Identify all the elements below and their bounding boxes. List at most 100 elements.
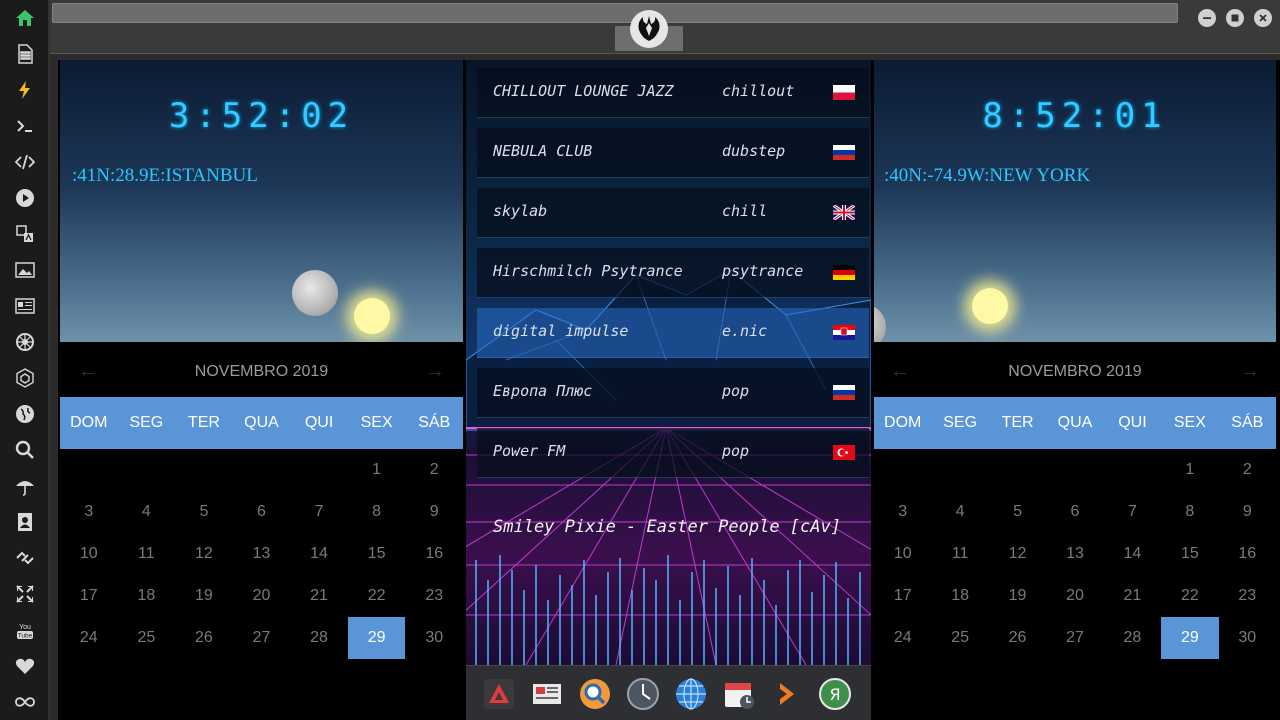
day-cell[interactable]: 12	[989, 533, 1046, 575]
day-cell[interactable]: 24	[60, 617, 118, 659]
day-cell[interactable]: 8	[1161, 491, 1218, 533]
day-cell[interactable]: 2	[405, 449, 463, 491]
station-row[interactable]: Европа Плюс pop	[477, 368, 869, 418]
minimize-button[interactable]	[1198, 9, 1216, 27]
settings-wheel-icon[interactable]	[13, 330, 37, 354]
news-icon[interactable]	[13, 294, 37, 318]
day-cell[interactable]: 28	[290, 617, 348, 659]
close-button[interactable]	[1254, 9, 1272, 27]
day-cell[interactable]: 23	[405, 575, 463, 617]
day-cell[interactable]: 21	[290, 575, 348, 617]
day-cell[interactable]: 19	[175, 575, 233, 617]
infinity-icon[interactable]	[13, 690, 37, 714]
day-cell[interactable]: 30	[1219, 617, 1276, 659]
day-cell[interactable]: 12	[175, 533, 233, 575]
station-row[interactable]: skylab chill	[477, 188, 869, 238]
hexagon-icon[interactable]	[13, 366, 37, 390]
day-cell[interactable]: 13	[1046, 533, 1103, 575]
day-cell[interactable]: 10	[874, 533, 931, 575]
today-cell[interactable]: 29	[1161, 617, 1219, 659]
next-month-arrow-icon[interactable]: →	[425, 360, 445, 383]
document-icon[interactable]	[13, 42, 37, 66]
next-month-arrow-icon[interactable]: →	[1240, 360, 1260, 383]
day-cell[interactable]: 27	[233, 617, 291, 659]
yandex-icon[interactable]: Я	[819, 678, 851, 710]
link-icon[interactable]	[13, 546, 37, 570]
day-cell[interactable]: 11	[118, 533, 176, 575]
day-cell[interactable]: 7	[290, 491, 348, 533]
today-cell[interactable]: 29	[347, 617, 406, 659]
day-cell[interactable]: 5	[989, 491, 1046, 533]
day-cell[interactable]: 26	[989, 617, 1046, 659]
day-cell[interactable]: 4	[931, 491, 988, 533]
day-cell[interactable]: 25	[118, 617, 176, 659]
news-reader-icon[interactable]	[531, 678, 563, 710]
day-cell[interactable]: 16	[405, 533, 463, 575]
translate-icon[interactable]	[13, 222, 37, 246]
day-cell[interactable]: 8	[348, 491, 406, 533]
day-cell[interactable]: 16	[1219, 533, 1276, 575]
day-cell[interactable]: 18	[931, 575, 988, 617]
day-cell[interactable]: 23	[1219, 575, 1276, 617]
contacts-icon[interactable]	[13, 510, 37, 534]
day-cell[interactable]: 7	[1104, 491, 1161, 533]
day-cell[interactable]: 10	[60, 533, 118, 575]
clock-app-icon[interactable]	[627, 678, 659, 710]
day-cell[interactable]: 11	[931, 533, 988, 575]
day-cell[interactable]: 17	[874, 575, 931, 617]
umbrella-icon[interactable]	[13, 474, 37, 498]
day-cell[interactable]: 19	[989, 575, 1046, 617]
maximize-button[interactable]	[1226, 9, 1244, 27]
day-cell[interactable]: 15	[1161, 533, 1218, 575]
station-row[interactable]: digital impulse e.nic	[477, 308, 869, 358]
day-cell[interactable]: 17	[60, 575, 118, 617]
heart-icon[interactable]	[13, 654, 37, 678]
day-cell[interactable]: 15	[348, 533, 406, 575]
day-cell[interactable]: 9	[405, 491, 463, 533]
image-icon[interactable]	[13, 258, 37, 282]
day-cell[interactable]: 30	[405, 617, 463, 659]
day-cell[interactable]: 9	[1219, 491, 1276, 533]
day-cell[interactable]: 21	[1104, 575, 1161, 617]
day-cell[interactable]: 27	[1046, 617, 1103, 659]
day-cell[interactable]: 6	[233, 491, 291, 533]
youtube-icon[interactable]: You Tube	[13, 618, 37, 642]
play-icon[interactable]	[13, 186, 37, 210]
search-app-icon[interactable]	[579, 678, 611, 710]
day-cell[interactable]: 2	[1219, 449, 1276, 491]
day-cell[interactable]: 3	[874, 491, 931, 533]
day-cell[interactable]: 14	[290, 533, 348, 575]
station-row[interactable]: Power FM pop	[477, 428, 869, 478]
app-launcher-icon[interactable]	[483, 678, 515, 710]
day-cell[interactable]: 26	[175, 617, 233, 659]
day-cell[interactable]: 22	[1161, 575, 1218, 617]
station-row[interactable]: NEBULA CLUB dubstep	[477, 128, 869, 178]
fullscreen-icon[interactable]	[13, 582, 37, 606]
day-cell[interactable]: 5	[175, 491, 233, 533]
globe-icon[interactable]	[13, 402, 37, 426]
calendar-app-icon[interactable]	[723, 678, 755, 710]
day-cell[interactable]: 28	[1104, 617, 1161, 659]
day-cell[interactable]: 3	[60, 491, 118, 533]
code-icon[interactable]	[13, 150, 37, 174]
day-cell[interactable]: 4	[118, 491, 176, 533]
home-icon[interactable]	[13, 6, 37, 30]
day-cell[interactable]: 6	[1046, 491, 1103, 533]
station-row[interactable]: CHILLOUT LOUNGE JAZZ chillout	[477, 68, 869, 118]
arrow-app-icon[interactable]	[771, 678, 803, 710]
day-cell[interactable]: 20	[1046, 575, 1103, 617]
day-cell[interactable]: 22	[348, 575, 406, 617]
day-cell[interactable]: 1	[1161, 449, 1218, 491]
lightning-icon[interactable]	[13, 78, 37, 102]
search-icon[interactable]	[13, 438, 37, 462]
terminal-icon[interactable]	[13, 114, 37, 138]
day-cell[interactable]: 13	[233, 533, 291, 575]
day-cell[interactable]: 14	[1104, 533, 1161, 575]
day-cell[interactable]: 24	[874, 617, 931, 659]
day-cell[interactable]: 18	[118, 575, 176, 617]
day-cell[interactable]: 25	[931, 617, 988, 659]
station-row[interactable]: Hirschmilch Psytrance psytrance	[477, 248, 869, 298]
browser-globe-icon[interactable]	[675, 678, 707, 710]
day-cell[interactable]: 20	[233, 575, 291, 617]
day-cell[interactable]: 1	[348, 449, 406, 491]
